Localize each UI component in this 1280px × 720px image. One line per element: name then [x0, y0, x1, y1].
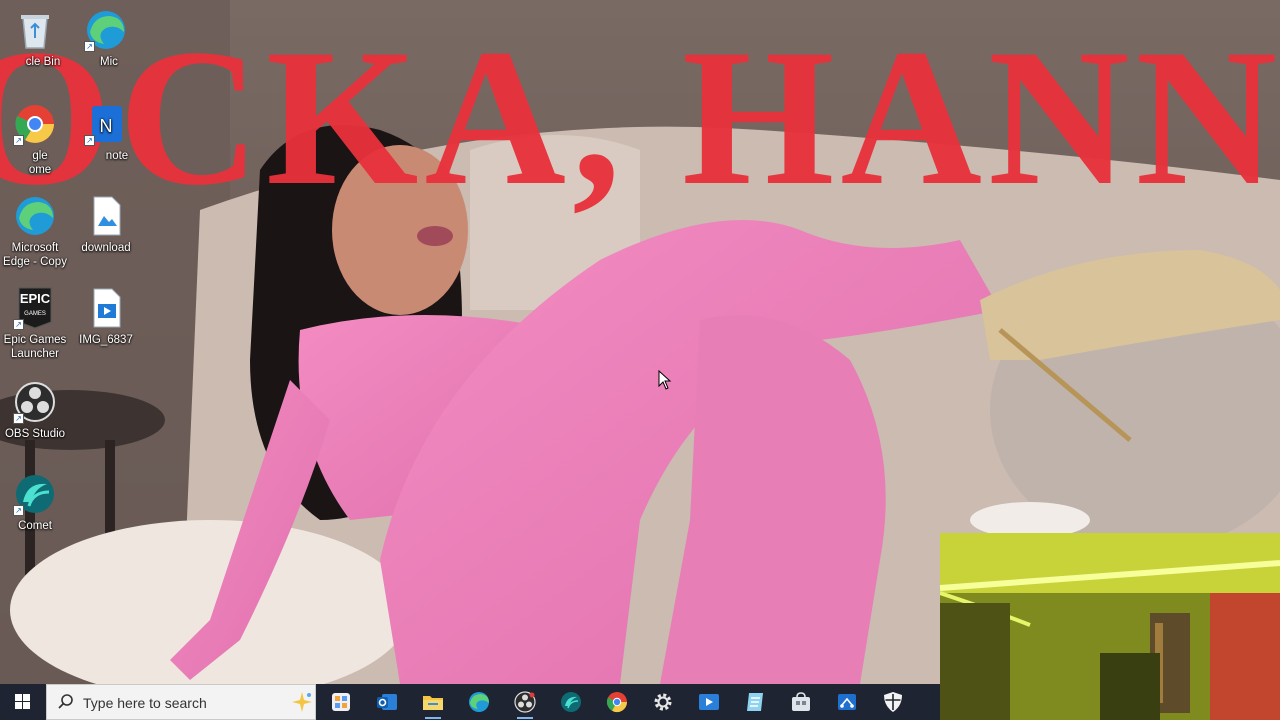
widgets-button[interactable] — [318, 684, 364, 720]
epic-games-label-2: Launcher — [11, 348, 59, 360]
chrome-icon: ↗ — [13, 102, 57, 146]
microsoft-edge-copy-label-2: Edge - Copy — [3, 256, 67, 268]
search-icon — [58, 694, 73, 709]
obs-icon — [514, 691, 536, 713]
chrome-icon — [606, 692, 628, 713]
microsoft-edge-copy-shortcut[interactable]: Microsoft Edge - Copy — [0, 190, 71, 269]
search-highlight-icon[interactable] — [291, 691, 313, 713]
shortcut-arrow-icon: ↗ — [13, 135, 24, 146]
taskbar-search-box[interactable]: Type here to search — [46, 684, 316, 720]
edge-taskbar-button[interactable] — [456, 684, 502, 720]
comet-icon: ↗ — [13, 472, 57, 516]
obs-taskbar-button[interactable] — [502, 684, 548, 720]
comet-shortcut[interactable]: ↗ Comet — [0, 468, 71, 533]
snipping-tool-taskbar-button[interactable] — [824, 684, 870, 720]
img-6837-label: IMG_6837 — [79, 334, 133, 346]
google-chrome-shortcut[interactable]: ↗ gle ome — [0, 98, 71, 177]
microsoft-edge-copy-label-1: Microsoft — [11, 242, 59, 254]
edge-icon — [13, 194, 57, 238]
recycle-bin-shortcut[interactable]: cle Bin — [0, 4, 71, 69]
security-taskbar-button[interactable] — [870, 684, 916, 720]
windows-logo-icon — [15, 694, 30, 709]
epic-logo-text: EPIC — [19, 291, 51, 306]
recycle-bin-label: cle Bin — [25, 56, 61, 68]
snipping-icon — [838, 694, 856, 710]
onenote-icon: N ↗ — [84, 102, 128, 146]
webcam-overlay — [940, 533, 1280, 720]
onenote-label: note — [105, 150, 129, 162]
google-chrome-label-1: gle — [32, 150, 48, 162]
edge-icon — [469, 692, 489, 712]
search-placeholder: Type here to search — [83, 695, 207, 711]
google-chrome-label-2: ome — [28, 164, 52, 176]
security-icon — [884, 692, 902, 712]
comet-taskbar-button[interactable] — [548, 684, 594, 720]
img-6837-shortcut[interactable]: IMG_6837 — [70, 282, 142, 347]
taskbar: Type here to search — [0, 684, 940, 720]
microsoft-edge-label: Mic — [100, 56, 118, 68]
download-label: download — [81, 242, 131, 254]
outlook-button[interactable] — [364, 684, 410, 720]
onenote-shortcut[interactable]: N ↗ note — [70, 98, 142, 163]
epic-games-icon: EPIC GAMES ↗ — [13, 286, 57, 330]
start-button[interactable] — [0, 684, 46, 720]
epic-games-launcher-shortcut[interactable]: EPIC GAMES ↗ Epic Games Launcher — [0, 282, 71, 361]
video-player-taskbar-button[interactable] — [686, 684, 732, 720]
obs-studio-label: OBS Studio — [4, 428, 66, 440]
comet-icon — [561, 692, 581, 712]
download-file-shortcut[interactable]: download — [70, 190, 142, 255]
edge-icon: ↗ — [84, 8, 128, 52]
shortcut-arrow-icon: ↗ — [13, 413, 24, 424]
mouse-cursor-icon — [658, 369, 672, 390]
comet-label: Comet — [18, 520, 52, 532]
shortcut-arrow-icon: ↗ — [13, 505, 24, 516]
obs-studio-shortcut[interactable]: ↗ OBS Studio — [0, 376, 71, 441]
webcam-feed — [940, 533, 1280, 720]
notepad-taskbar-button[interactable] — [732, 684, 778, 720]
file-explorer-icon — [423, 696, 443, 710]
settings-taskbar-button[interactable] — [640, 684, 686, 720]
obs-icon: ↗ — [13, 380, 57, 424]
outlook-icon — [377, 694, 397, 710]
shortcut-arrow-icon: ↗ — [13, 319, 24, 330]
store-taskbar-button[interactable] — [778, 684, 824, 720]
file-explorer-button[interactable] — [410, 684, 456, 720]
desktop-icon-area: cle Bin ↗ Mic ↗ gle ome N ↗ note Microso… — [0, 0, 150, 560]
epic-games-label-1: Epic Games — [3, 334, 67, 346]
widgets-icon — [332, 693, 350, 711]
chrome-taskbar-button[interactable] — [594, 684, 640, 720]
microsoft-edge-shortcut[interactable]: ↗ Mic — [70, 4, 142, 69]
video-player-icon — [699, 694, 719, 710]
shortcut-arrow-icon: ↗ — [84, 135, 95, 146]
wallpaper-headline: OCKA, HANNA — [0, 9, 1280, 226]
recycle-bin-icon — [13, 8, 57, 52]
store-icon — [792, 692, 810, 711]
video-file-icon — [84, 286, 128, 330]
image-file-icon — [84, 194, 128, 238]
notepad-icon — [747, 693, 763, 711]
settings-icon — [654, 693, 672, 711]
svg-text:N: N — [100, 116, 113, 136]
shortcut-arrow-icon: ↗ — [84, 41, 95, 52]
